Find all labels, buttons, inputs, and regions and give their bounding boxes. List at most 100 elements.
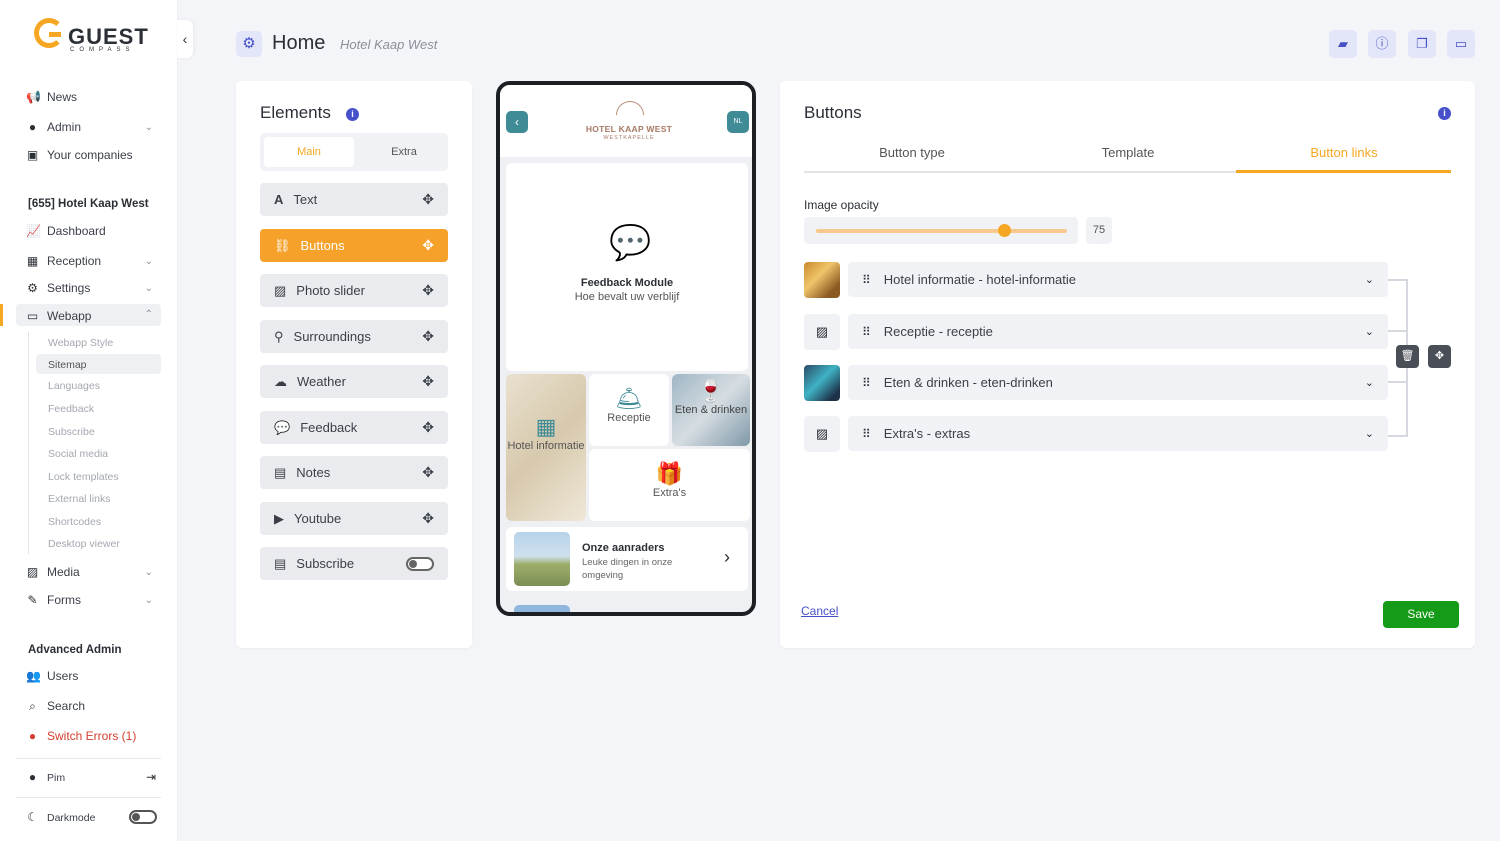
info-button[interactable]: ⓘ [1368,30,1396,58]
desktop-preview-button[interactable]: ▭ [1447,30,1475,58]
slider-track[interactable] [816,229,1067,233]
collapse-sidebar-button[interactable]: ‹ [177,20,193,58]
logo-tagline: COMPASS [70,47,135,53]
element-text[interactable]: A Text ✥ [260,183,448,216]
sub-item-social-media[interactable]: Social media [48,448,108,460]
tile-hotel-informatie[interactable]: ▦ Hotel informatie [506,374,586,521]
sidebar-item-webapp[interactable]: ▭ Webapp [26,309,92,323]
tab-button-links[interactable]: Button links [1236,145,1452,160]
move-icon[interactable]: ✥ [422,419,434,436]
element-youtube[interactable]: ▶ Youtube ✥ [260,502,448,535]
sub-item-external-links[interactable]: External links [48,493,110,505]
sidebar-item-switch-errors[interactable]: ● Switch Errors (1) [26,729,136,743]
chevron-down-icon[interactable]: ⌄ [145,256,153,267]
sidebar-item-dashboard[interactable]: 📈 Dashboard [26,224,106,238]
sidebar-item-reception[interactable]: ▦ Reception [26,254,101,268]
chevron-down-icon[interactable]: ⌄ [145,283,153,294]
sub-item-shortcodes[interactable]: Shortcodes [48,516,101,528]
chevron-down-icon[interactable]: ⌄ [1365,273,1374,286]
form-icon: ✎ [27,592,38,607]
sub-item-feedback[interactable]: Feedback [48,403,94,415]
chevron-down-icon[interactable]: ⌄ [145,122,153,133]
sidebar-item-search[interactable]: ⌕ Search [26,699,85,713]
chevron-down-icon[interactable]: ⌄ [1365,325,1374,338]
opacity-slider[interactable] [804,217,1078,244]
button-link-row[interactable]: ⠿ Receptie - receptie ⌄ [848,314,1388,349]
save-button[interactable]: Save [1383,601,1459,628]
move-icon[interactable]: ✥ [422,282,434,299]
sub-item-subscribe[interactable]: Subscribe [48,426,95,438]
move-group-button[interactable]: ✥ [1428,345,1451,368]
element-feedback[interactable]: 💬 Feedback ✥ [260,411,448,444]
sub-item-languages[interactable]: Languages [48,380,100,392]
sub-item-sitemap[interactable]: Sitemap [48,359,87,371]
sidebar-item-admin[interactable]: ● Admin [26,120,81,134]
sidebar-item-media[interactable]: ▨ Media [26,565,80,579]
button-link-row[interactable]: ⠿ Eten & drinken - eten-drinken ⌄ [848,365,1388,400]
chat-button[interactable]: ▰ [1329,30,1357,58]
chevron-down-icon[interactable]: ⌄ [1365,376,1374,389]
move-icon[interactable]: ✥ [422,237,434,254]
slider-handle[interactable] [998,224,1012,237]
tab-button-type[interactable]: Button type [804,145,1020,160]
sidebar-item-companies[interactable]: ▣ Your companies [26,148,133,162]
element-photo-slider[interactable]: ▨ Photo slider ✥ [260,274,448,307]
next-card-preview [514,605,570,612]
move-icon[interactable]: ✥ [422,328,434,345]
sidebar-item-settings[interactable]: ⚙ Settings [26,281,90,295]
sidebar-item-news[interactable]: 📢 News [26,90,77,104]
info-icon: ⓘ [1375,36,1389,51]
bomb-icon: ● [28,728,37,743]
language-button[interactable]: NL [727,111,749,133]
tile-eten-drinken[interactable]: 🍷 Eten & drinken [672,374,750,446]
sub-item-lock-templates[interactable]: Lock templates [48,471,119,483]
elements-title: Elements [260,103,331,122]
info-icon[interactable]: i [346,108,359,121]
tile-receptie[interactable]: 🛎 Receptie [589,374,669,446]
chevron-down-icon[interactable]: ⌄ [1365,427,1374,440]
back-button[interactable]: ‹ [506,111,528,133]
sub-item-desktop-viewer[interactable]: Desktop viewer [48,538,120,550]
move-icon[interactable]: ✥ [422,510,434,527]
user-profile[interactable]: ● Pim [26,771,65,784]
feedback-module[interactable]: 💬 Feedback Module Hoe bevalt uw verblijf [506,163,748,371]
pin-icon: ⚲ [274,328,284,344]
tab-template[interactable]: Template [1020,145,1236,160]
move-icon[interactable]: ✥ [422,191,434,208]
element-surroundings[interactable]: ⚲ Surroundings ✥ [260,320,448,353]
comments-icon: 💬 [274,419,291,435]
drag-handle-icon[interactable]: ⠿ [862,273,871,287]
button-link-row[interactable]: ⠿ Hotel informatie - hotel-informatie ⌄ [848,262,1388,297]
phone-preview: ‹ HOTEL KAAP WEST WESTKAPELLE NL 💬 Feedb… [496,81,756,616]
move-icon[interactable]: ✥ [422,373,434,390]
element-notes[interactable]: ▤ Notes ✥ [260,456,448,489]
cancel-link[interactable]: Cancel [801,604,838,618]
sub-item-webapp-style[interactable]: Webapp Style [48,337,113,349]
tile-extras[interactable]: 🎁 Extra's [589,449,750,521]
delete-group-button[interactable]: 🗑 [1396,345,1419,368]
copy-button[interactable]: ❐ [1408,30,1436,58]
moon-icon: ☾ [27,810,38,824]
drag-handle-icon[interactable]: ⠿ [862,376,871,390]
info-icon[interactable]: i [1438,107,1451,120]
move-icon[interactable]: ✥ [422,464,434,481]
drag-handle-icon[interactable]: ⠿ [862,427,871,441]
element-weather[interactable]: ☁ Weather ✥ [260,365,448,398]
chevron-down-icon[interactable]: ⌄ [145,595,153,606]
tab-main[interactable]: Main [264,137,354,167]
sidebar-item-forms[interactable]: ✎ Forms [26,593,81,607]
element-subscribe[interactable]: ▤ Subscribe [260,547,448,580]
element-buttons[interactable]: ⛓ Buttons ✥ [260,229,448,262]
guest-compass-logo[interactable]: GUEST COMPASS [34,18,154,58]
logout-icon[interactable]: ⇥ [146,770,156,784]
button-link-row[interactable]: ⠿ Extra's - extras ⌄ [848,416,1388,451]
recommendations-card[interactable]: Onze aanraders Leuke dingen in onze omge… [506,527,748,591]
drag-handle-icon[interactable]: ⠿ [862,325,871,339]
tab-extra[interactable]: Extra [364,137,444,167]
subscribe-toggle[interactable] [406,556,434,571]
page-settings-button[interactable]: ⚙ [236,31,262,57]
sidebar-item-users[interactable]: 👥 Users [26,669,78,683]
chevron-up-icon[interactable]: ⌃ [145,309,153,320]
chevron-down-icon[interactable]: ⌄ [145,567,153,578]
darkmode-toggle[interactable] [129,810,157,824]
